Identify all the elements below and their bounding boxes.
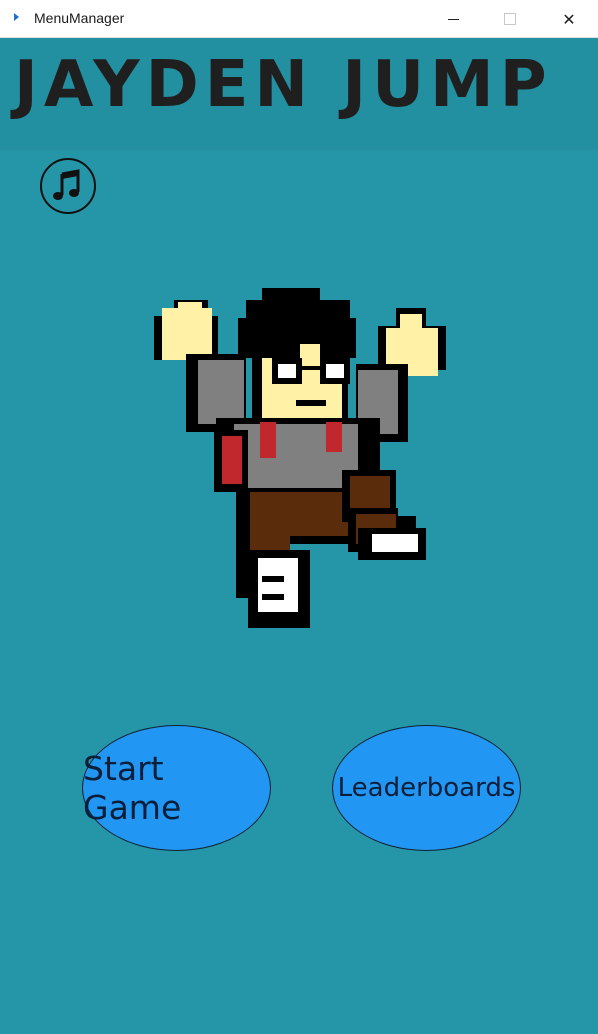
- maximize-icon: [504, 13, 516, 25]
- close-icon: ✕: [562, 9, 576, 29]
- maximize-button[interactable]: [487, 0, 533, 38]
- start-game-button[interactable]: Start Game: [82, 725, 271, 851]
- minimize-button[interactable]: [430, 0, 476, 38]
- game-screen: JAYDEN JUMP Start Game Leaderboards: [0, 38, 598, 1030]
- window-title: MenuManager: [34, 10, 125, 26]
- minimize-icon: [447, 18, 459, 20]
- window-titlebar: MenuManager ✕: [0, 0, 598, 38]
- app-icon: [14, 13, 19, 21]
- close-button[interactable]: ✕: [546, 0, 592, 38]
- character-sprite: [154, 288, 446, 628]
- jumping-pixel-character: [0, 38, 598, 1034]
- leaderboards-button[interactable]: Leaderboards: [332, 725, 521, 851]
